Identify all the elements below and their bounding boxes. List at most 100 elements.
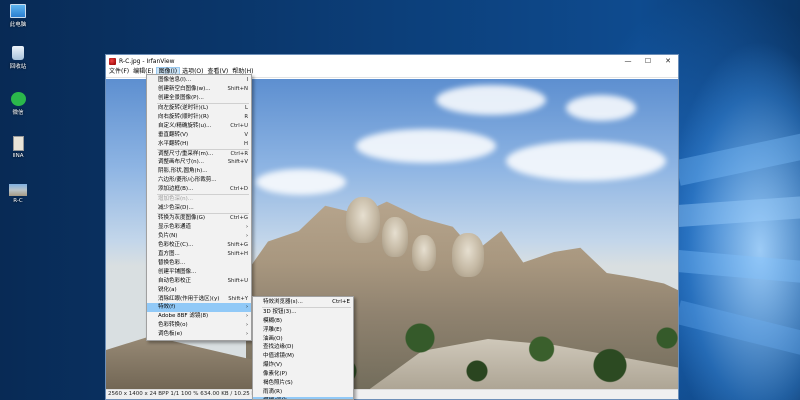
- menu-shortcut: H: [244, 140, 248, 147]
- image-menu-item-label: 创建新空白图像(w)...: [158, 85, 211, 92]
- status-bar: 2560 x 1400 x 24 BPP 1/1 100 % 634.00 KB…: [106, 389, 678, 399]
- cloud: [566, 95, 636, 121]
- image-menu-item-label: 调整画布尺寸(n)...: [158, 159, 205, 166]
- effects-menu-item[interactable]: 褐色照片(S): [253, 379, 353, 388]
- effects-menu-item[interactable]: 3D 按钮(3)...: [253, 308, 353, 317]
- effects-menu-item-label: 雨滴(R): [263, 388, 283, 395]
- desktop-icon-iina[interactable]: IINA: [2, 136, 34, 159]
- image-menu-item[interactable]: 显示色彩通道 ›: [147, 223, 251, 232]
- desktop-icon-wechat[interactable]: 微信: [2, 92, 34, 116]
- effects-menu-item-label: 模糊(B): [263, 317, 283, 324]
- image-file-icon: [9, 184, 27, 196]
- effects-menu-item-label: 中值滤镜(M): [263, 353, 295, 360]
- image-menu-item-label: 调色板(e): [158, 331, 183, 338]
- menu-shortcut: Shift+N: [227, 85, 248, 92]
- image-menu-item-label: 自动色彩校正: [158, 277, 192, 284]
- wechat-icon: [10, 92, 26, 106]
- title-bar[interactable]: R-C.jpg - IrfanView — ☐ ✕: [106, 55, 678, 67]
- image-menu-item[interactable]: 调色板(e) ›: [147, 330, 251, 339]
- desktop-icon-label: IINA: [12, 153, 24, 159]
- image-menu-item[interactable]: 消除红眼(作用于选区)(y) Shift+Y: [147, 295, 251, 304]
- image-menu-item-label: 色彩校正(C)...: [158, 241, 194, 248]
- menu-shortcut: Shift+H: [227, 250, 248, 257]
- monument-face: [452, 233, 484, 277]
- image-menu-item-label: Adobe 8BF 滤镜(8): [158, 313, 209, 320]
- image-menu-item[interactable]: 创建新空白图像(w)... Shift+N: [147, 85, 251, 94]
- image-menu-item[interactable]: 水平翻转(H) H: [147, 140, 251, 149]
- menu-shortcut: Ctrl+R: [230, 150, 248, 157]
- effects-menu-item[interactable]: 像素化(P): [253, 370, 353, 379]
- menu-shortcut: Ctrl+D: [230, 186, 248, 193]
- image-menu-item[interactable]: 替换色彩...: [147, 259, 251, 268]
- image-menu-item[interactable]: 色彩转换(o) ›: [147, 321, 251, 330]
- monument-face: [382, 217, 408, 257]
- image-menu-item-label: 阴影,形状,圆角(h)...: [158, 168, 208, 175]
- maximize-button[interactable]: ☐: [638, 55, 658, 67]
- image-menu-item[interactable]: 六边形/菱形/心形裁剪...: [147, 176, 251, 185]
- irfanview-app-icon: [109, 57, 116, 65]
- effects-menu-item[interactable]: 模糊(B): [253, 317, 353, 326]
- image-menu-item-label: 向左旋转(逆时针)(L): [158, 104, 209, 111]
- effects-menu-item[interactable]: 查找边缘(D): [253, 343, 353, 352]
- submenu-arrow-icon: ›: [246, 232, 248, 239]
- image-menu-item[interactable]: 向左旋转(逆时针)(L) L: [147, 104, 251, 113]
- image-menu-item[interactable]: 直方图... Shift+H: [147, 250, 251, 259]
- image-menu-item-label: 调整尺寸/重采样(m)...: [158, 150, 214, 157]
- image-menu-item-label: 锐化(a): [158, 286, 177, 293]
- image-menu-item[interactable]: 色彩校正(C)... Shift+G: [147, 241, 251, 250]
- image-menu-item-label: 水平翻转(H): [158, 140, 189, 147]
- submenu-arrow-icon: ›: [246, 331, 248, 338]
- desktop-icon-r-c[interactable]: R-C: [2, 184, 34, 204]
- image-menu-item[interactable]: Adobe 8BF 滤镜(8) ›: [147, 312, 251, 321]
- desktop-icon-this-pc[interactable]: 此电脑: [2, 4, 34, 28]
- image-menu-item[interactable]: 增加色深(n)...: [147, 195, 251, 204]
- desktop-icon-recycle-bin[interactable]: 回收站: [2, 46, 34, 70]
- image-menu-item[interactable]: 垂直翻转(V) V: [147, 131, 251, 140]
- image-menu-item[interactable]: 转换为灰度图像(G) Ctrl+G: [147, 214, 251, 223]
- monument-face: [412, 235, 436, 271]
- effects-menu-item-label: 像素化(P): [263, 371, 288, 378]
- image-menu-item[interactable]: 自动色彩校正 Shift+U: [147, 277, 251, 286]
- effects-menu-item[interactable]: 浮雕(E): [253, 326, 353, 335]
- image-menu-item-label: 转换为灰度图像(G): [158, 215, 206, 222]
- recycle-bin-icon: [12, 46, 24, 60]
- image-menu-dropdown: 图像信息(I)... I 创建新空白图像(w)... Shift+N 创建全景图像(P)…: [146, 74, 252, 342]
- image-menu-item[interactable]: 向右旋转(顺时针)(R) R: [147, 113, 251, 122]
- image-menu-item[interactable]: 减少色深(D)...: [147, 204, 251, 213]
- effects-menu-item[interactable]: 特效浏览器(s)... Ctrl+E: [253, 298, 353, 307]
- image-menu-item[interactable]: 添加边框(B)... Ctrl+D: [147, 185, 251, 194]
- image-menu-item[interactable]: 阴影,形状,圆角(h)...: [147, 167, 251, 176]
- image-menu-item[interactable]: 自定义/精确旋转(u)... Ctrl+U: [147, 122, 251, 131]
- image-menu-item-label: 图像信息(I)...: [158, 77, 192, 83]
- image-menu-item[interactable]: 负片(N) ›: [147, 232, 251, 241]
- image-menu-item-label: 垂直翻转(V): [158, 131, 189, 138]
- image-menu-item[interactable]: 调整尺寸/重采样(m)... Ctrl+R: [147, 150, 251, 159]
- effects-menu-item[interactable]: 中值滤镜(M): [253, 352, 353, 361]
- menu-shortcut: Ctrl+G: [230, 215, 248, 222]
- minimize-button[interactable]: —: [618, 55, 638, 67]
- computer-icon: [10, 4, 26, 18]
- desktop-icon-label: 回收站: [9, 64, 27, 70]
- menu-shortcut: Shift+U: [227, 277, 248, 284]
- submenu-arrow-icon: ›: [246, 313, 248, 320]
- wallpaper-light-beam: [675, 131, 800, 186]
- menu-file[interactable]: 文件(F): [107, 67, 131, 77]
- effects-menu-item[interactable]: 油画(O): [253, 335, 353, 344]
- wallpaper-light-beam: [677, 250, 800, 285]
- menu-shortcut: V: [244, 131, 248, 138]
- image-menu-item-label: 创建平铺图像...: [158, 268, 197, 275]
- image-menu-item[interactable]: 调整画布尺寸(n)... Shift+V: [147, 158, 251, 167]
- image-menu-item[interactable]: 创建平铺图像...: [147, 268, 251, 277]
- image-menu-item-label: 消除红眼(作用于选区)(y): [158, 295, 220, 302]
- image-menu-item[interactable]: 锐化(a): [147, 286, 251, 295]
- effects-menu-item[interactable]: 爆炸(V): [253, 361, 353, 370]
- image-menu-item-label: 色彩转换(o): [158, 322, 188, 329]
- image-menu-item-label: 创建全景图像(P)...: [158, 94, 204, 101]
- close-button[interactable]: ✕: [658, 55, 678, 67]
- effects-menu-item[interactable]: 雨滴(R): [253, 388, 353, 397]
- image-menu-item[interactable]: 特效(f) ›: [147, 303, 251, 313]
- image-menu-item[interactable]: 图像信息(I)... I: [147, 76, 251, 85]
- image-menu-item[interactable]: 创建全景图像(P)...: [147, 94, 251, 103]
- image-menu-item-label: 负片(N): [158, 232, 178, 239]
- wallpaper-light-beam: [677, 195, 800, 227]
